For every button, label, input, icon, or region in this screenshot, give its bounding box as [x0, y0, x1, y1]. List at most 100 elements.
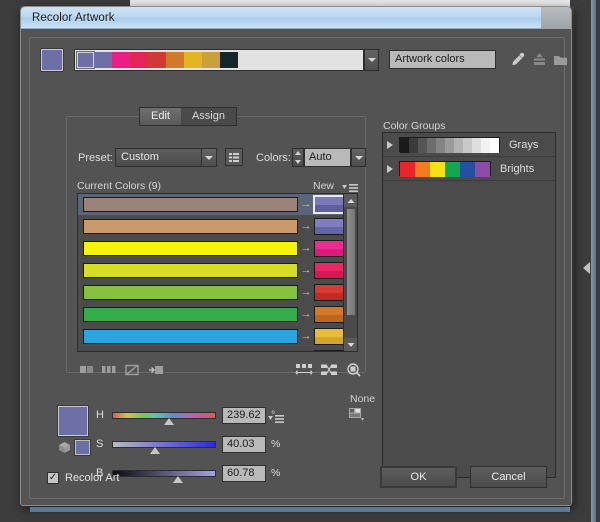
active-color-swatch[interactable]: [41, 49, 63, 71]
scroll-up-button[interactable]: [344, 194, 357, 207]
randomize-brightness-icon[interactable]: [345, 363, 363, 377]
colors-dropdown-button[interactable]: [351, 148, 366, 167]
current-color-swatch[interactable]: [83, 307, 298, 322]
color-group-strip-field[interactable]: [74, 49, 364, 71]
color-group-name: Grays: [509, 139, 538, 151]
strip-chip[interactable]: [148, 52, 166, 68]
scroll-down-button[interactable]: [344, 338, 358, 351]
color-list-row[interactable]: →: [78, 304, 357, 326]
randomize-order-icon[interactable]: [320, 363, 338, 377]
color-list-row[interactable]: →: [78, 348, 357, 352]
strip-chip[interactable]: [184, 52, 202, 68]
strip-chip[interactable]: [112, 52, 130, 68]
color-list-row[interactable]: →: [78, 282, 357, 304]
current-color-swatch[interactable]: [83, 197, 298, 212]
preset-label: Preset:: [78, 152, 113, 164]
slider-s[interactable]: S40.03%: [96, 436, 296, 454]
dialog-title: Recolor Artwork: [21, 12, 115, 24]
color-group-name-input[interactable]: Artwork colors: [389, 50, 496, 69]
color-group-strip[interactable]: [77, 52, 238, 68]
preset-select[interactable]: Custom: [115, 148, 217, 167]
ok-button[interactable]: OK: [380, 466, 457, 488]
current-color-swatch[interactable]: [83, 285, 298, 300]
current-color-swatch[interactable]: [83, 219, 298, 234]
exclude-color-icon[interactable]: [124, 363, 140, 377]
slider-h[interactable]: H239.62°: [96, 407, 296, 425]
color-list-row[interactable]: →: [78, 216, 357, 238]
color-group-row[interactable]: Grays: [383, 133, 555, 157]
strip-chip[interactable]: [130, 52, 148, 68]
unlink-colors-icon[interactable]: [101, 363, 117, 377]
list-options-menu-icon[interactable]: [342, 181, 358, 192]
slider-value-input[interactable]: 40.03: [222, 436, 266, 453]
edit-assign-tabs[interactable]: EditAssign: [139, 107, 237, 126]
slider-value-input[interactable]: 60.78: [222, 465, 266, 482]
current-color-swatch[interactable]: [83, 351, 298, 352]
slider-track[interactable]: [112, 412, 216, 419]
strip-chip[interactable]: [166, 52, 184, 68]
color-list-row[interactable]: →: [78, 238, 357, 260]
colors-label: Colors:: [256, 152, 291, 164]
color-list-toolbar: [77, 363, 358, 379]
color-list-scrollbar[interactable]: [343, 194, 357, 351]
current-color-swatch[interactable]: [83, 241, 298, 256]
current-color-swatch[interactable]: [83, 329, 298, 344]
recolor-art-label: Recolor Art: [65, 472, 119, 484]
collapse-panel-arrow-icon[interactable]: [583, 262, 590, 274]
slider-track[interactable]: [112, 441, 216, 448]
arrow-right-icon: →: [298, 287, 314, 298]
none-label: None: [350, 393, 375, 405]
slider-handle[interactable]: [150, 447, 160, 454]
color-mode-menu-icon[interactable]: [268, 412, 284, 423]
eyedropper-icon[interactable]: [509, 51, 526, 69]
strip-chip[interactable]: [202, 52, 220, 68]
color-list-row[interactable]: →: [78, 326, 357, 348]
top-toolbar-row: Artwork colors: [39, 48, 557, 72]
group-color-chip: [463, 138, 472, 153]
tab-assign[interactable]: Assign: [181, 108, 236, 125]
distribute-colors-icon[interactable]: [295, 363, 313, 377]
save-color-group-icon[interactable]: [531, 51, 548, 69]
add-color-icon[interactable]: [147, 363, 165, 377]
strip-chip[interactable]: [77, 52, 94, 68]
slider-b[interactable]: B60.78%: [96, 465, 296, 483]
app-tab-accent: [30, 507, 570, 512]
expand-triangle-icon[interactable]: [387, 141, 393, 149]
color-group-dropdown-button[interactable]: [364, 49, 379, 71]
colors-stepper[interactable]: [292, 148, 304, 167]
scrollbar-thumb[interactable]: [346, 208, 356, 316]
chevron-down-icon[interactable]: [201, 149, 216, 166]
slider-handle[interactable]: [164, 418, 174, 425]
color-group-preview[interactable]: [399, 161, 491, 176]
strip-chip[interactable]: [220, 52, 238, 68]
chevron-down-icon: [355, 156, 363, 160]
preset-value: Custom: [121, 151, 159, 163]
current-colors-label: Current Colors (9): [77, 180, 161, 192]
slider-track[interactable]: [112, 470, 216, 477]
arrow-right-icon: →: [298, 265, 314, 276]
color-mode-cube-icon[interactable]: [58, 441, 71, 454]
current-color-swatch[interactable]: [83, 263, 298, 278]
color-reduction-options-icon[interactable]: [225, 148, 243, 166]
color-group-row[interactable]: Brights: [383, 157, 555, 181]
expand-triangle-icon[interactable]: [387, 165, 393, 173]
dialog-panel: Artwork colors: [29, 37, 565, 499]
editor-secondary-swatch[interactable]: [75, 440, 90, 455]
color-list-row[interactable]: →: [78, 260, 357, 282]
cancel-button[interactable]: Cancel: [470, 466, 547, 488]
colors-count-input[interactable]: Auto: [304, 148, 351, 167]
link-colors-icon[interactable]: [79, 363, 95, 377]
color-group-preview[interactable]: [399, 137, 500, 152]
recolor-art-checkbox[interactable]: ✓ Recolor Art: [47, 472, 119, 484]
color-list-row[interactable]: →: [78, 194, 357, 216]
color-swatch-library-icon[interactable]: [348, 407, 365, 422]
color-groups-panel[interactable]: Grays Brights: [382, 132, 556, 478]
editor-color-swatch[interactable]: [58, 406, 88, 436]
strip-chip[interactable]: [94, 52, 112, 68]
dialog-titlebar[interactable]: Recolor Artwork: [21, 7, 571, 29]
slider-value-input[interactable]: 239.62: [222, 407, 266, 424]
slider-handle[interactable]: [173, 476, 183, 483]
new-color-group-folder-icon[interactable]: [552, 51, 569, 69]
tab-edit[interactable]: Edit: [140, 108, 181, 125]
color-list[interactable]: →→→→→→→→: [77, 193, 358, 352]
